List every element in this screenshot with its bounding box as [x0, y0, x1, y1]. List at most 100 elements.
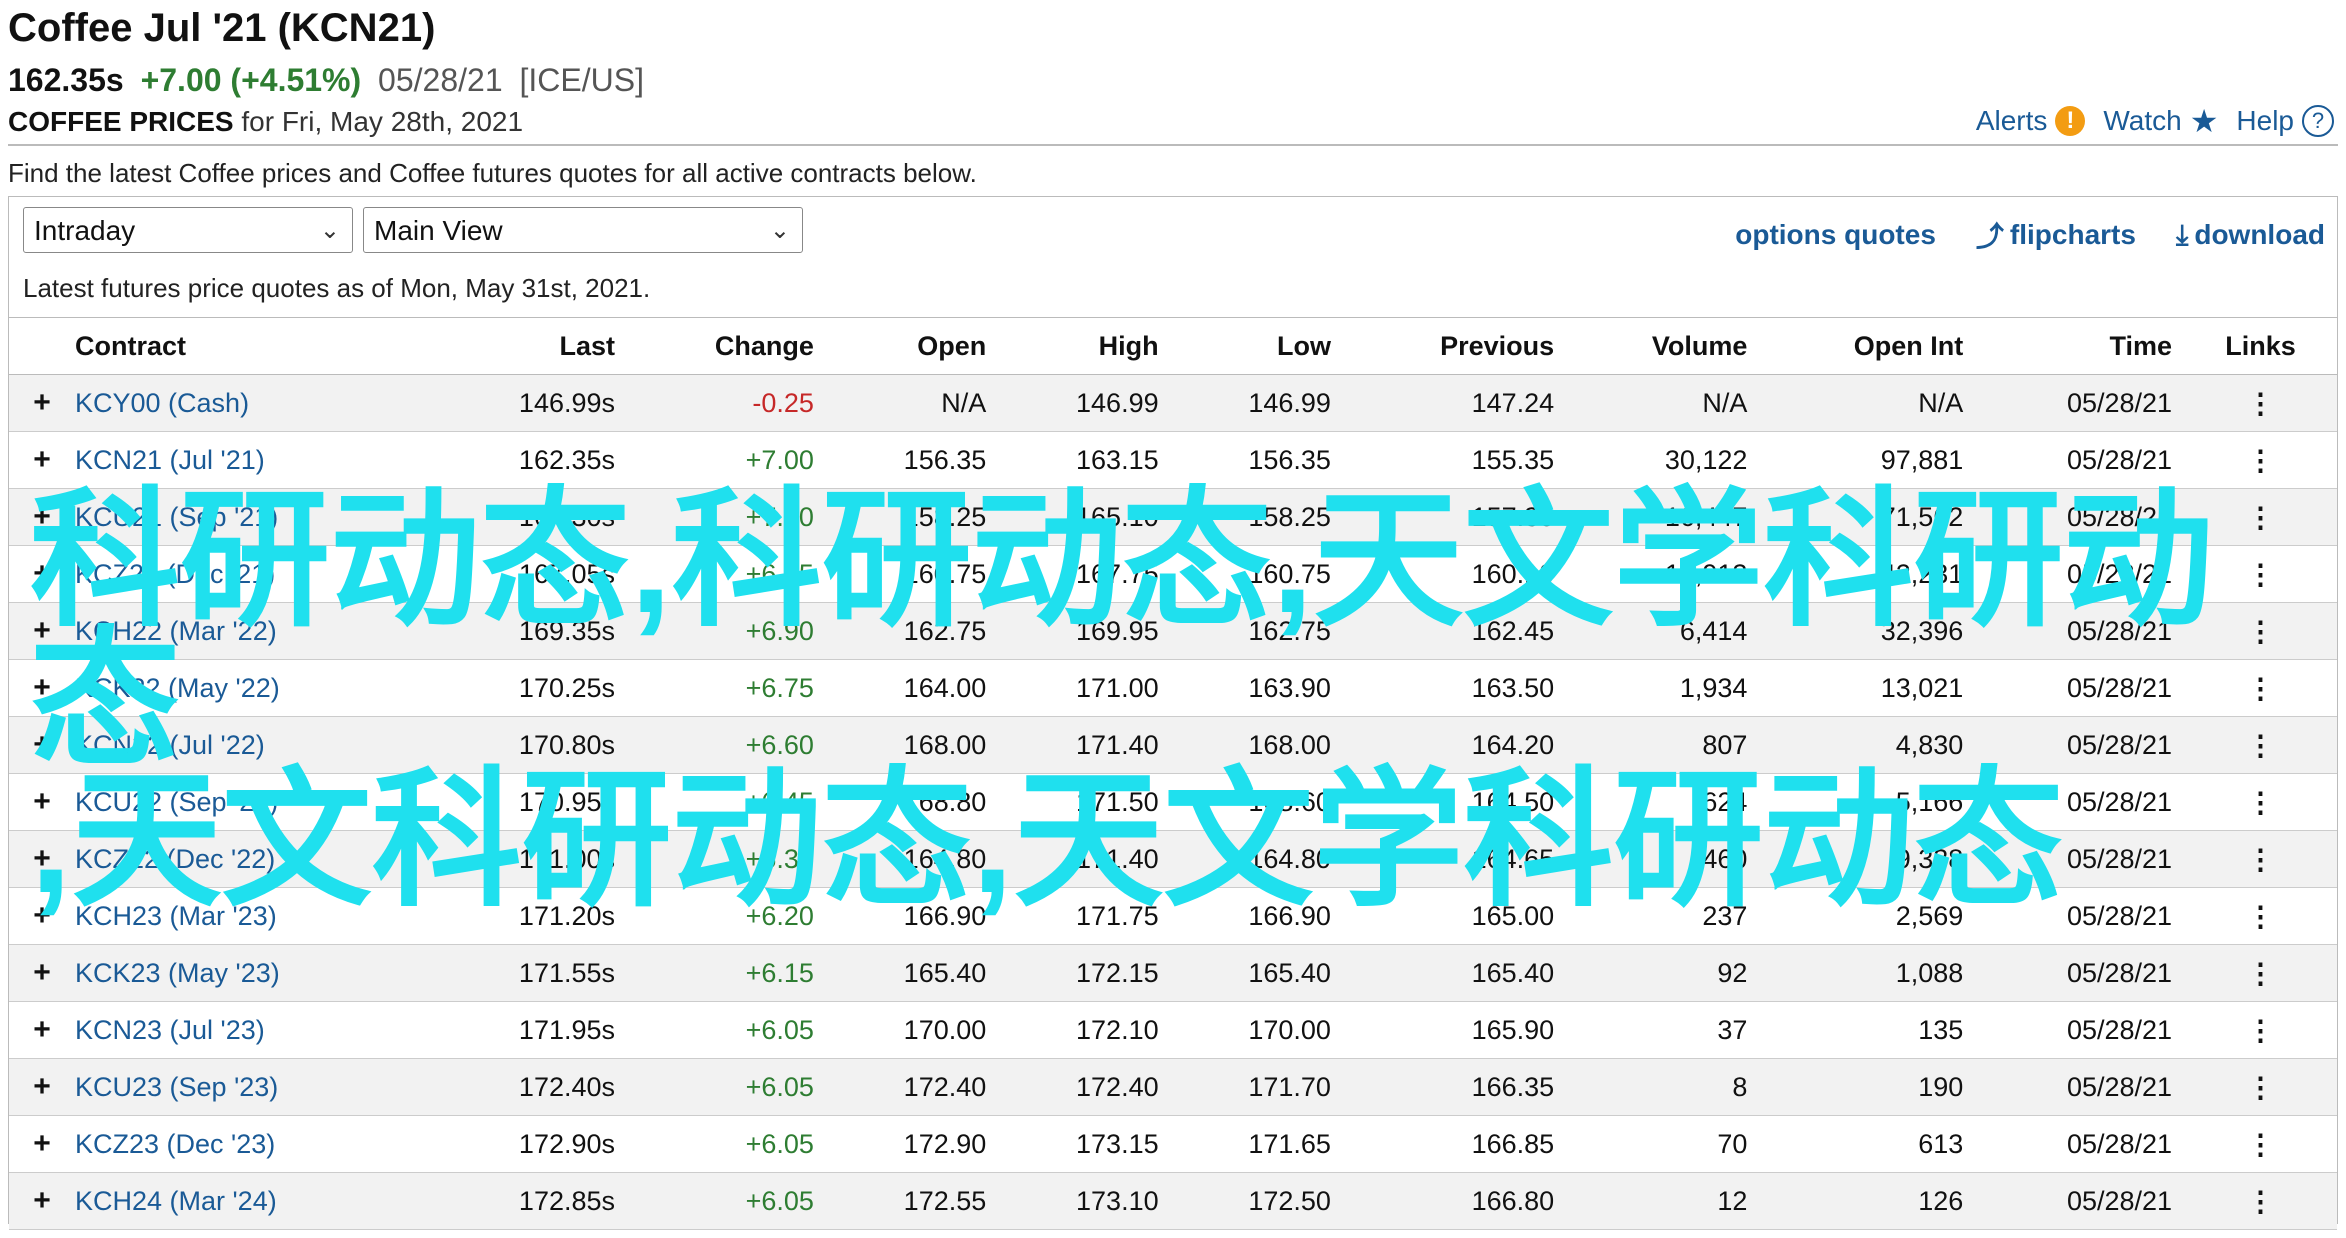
time-cell: 05/28/21 — [1975, 887, 2185, 945]
flipcharts-link[interactable]: ⤴ flipcharts — [1976, 215, 2136, 255]
contract-link[interactable]: KCH24 (Mar '24) — [63, 1172, 433, 1230]
contract-link[interactable]: KCU23 (Sep '23) — [63, 1058, 433, 1116]
expand-plus-icon[interactable]: + — [9, 1001, 63, 1059]
star-icon: ★ — [2189, 103, 2219, 139]
open-int-cell: 32,396 — [1759, 602, 1976, 660]
expand-plus-icon[interactable]: + — [9, 545, 63, 603]
more-options-icon[interactable]: ⋮ — [2184, 944, 2337, 1002]
download-link[interactable]: ⤓ download — [2176, 215, 2325, 255]
alerts-link[interactable]: Alerts ! — [1976, 105, 2086, 137]
change-cell: +6.20 — [627, 887, 826, 945]
volume-cell: 1,934 — [1566, 659, 1760, 717]
contract-link[interactable]: KCH23 (Mar '23) — [63, 887, 433, 945]
open-cell: 160.75 — [825, 545, 999, 603]
column-header[interactable]: Previous — [1342, 317, 1567, 375]
high-cell: 173.10 — [998, 1172, 1171, 1230]
more-options-icon[interactable]: ⋮ — [2184, 431, 2337, 489]
previous-cell: 155.35 — [1342, 431, 1567, 489]
expand-plus-icon[interactable]: + — [9, 659, 63, 717]
alerts-label: Alerts — [1975, 105, 2048, 136]
column-header[interactable]: Last — [432, 317, 628, 375]
last-cell: 167.05s — [432, 545, 628, 603]
open-int-cell: 4,830 — [1759, 716, 1976, 774]
contract-link[interactable]: KCZ21 (Dec '21) — [63, 545, 433, 603]
period-select-value: Intraday — [34, 215, 136, 246]
more-options-icon[interactable]: ⋮ — [2184, 716, 2337, 774]
more-options-icon[interactable]: ⋮ — [2184, 488, 2337, 546]
open-int-cell: 97,881 — [1759, 431, 1976, 489]
contract-link[interactable]: KCU22 (Sep '22) — [63, 773, 433, 831]
open-int-cell: 190 — [1759, 1058, 1976, 1116]
expand-plus-icon[interactable]: + — [9, 1058, 63, 1116]
open-int-cell: 71,562 — [1759, 488, 1976, 546]
contract-link[interactable]: KCH22 (Mar '22) — [63, 602, 433, 660]
expand-plus-icon[interactable]: + — [9, 716, 63, 774]
expand-plus-icon[interactable]: + — [9, 1172, 63, 1230]
section-label: COFFEE PRICES — [8, 106, 234, 137]
more-options-icon[interactable]: ⋮ — [2184, 374, 2337, 432]
time-cell: 05/28/21 — [1975, 488, 2185, 546]
watch-link[interactable]: Watch ★ — [2103, 102, 2218, 140]
open-cell: N/A — [825, 374, 999, 432]
column-header[interactable]: Open — [825, 317, 999, 375]
more-options-icon[interactable]: ⋮ — [2184, 1058, 2337, 1116]
more-options-icon[interactable]: ⋮ — [2184, 602, 2337, 660]
expand-plus-icon[interactable]: + — [9, 431, 63, 489]
contract-link[interactable]: KCN23 (Jul '23) — [63, 1001, 433, 1059]
low-cell: 146.99 — [1170, 374, 1343, 432]
divider — [8, 144, 2338, 146]
contract-link[interactable]: KCU21 (Sep '21) — [63, 488, 433, 546]
open-cell: 164.00 — [825, 659, 999, 717]
expand-plus-icon[interactable]: + — [9, 773, 63, 831]
contract-link[interactable]: KCK23 (May '23) — [63, 944, 433, 1002]
more-options-icon[interactable]: ⋮ — [2184, 773, 2337, 831]
more-options-icon[interactable]: ⋮ — [2184, 659, 2337, 717]
time-cell: 05/28/21 — [1975, 773, 2185, 831]
more-options-icon[interactable]: ⋮ — [2184, 887, 2337, 945]
more-options-icon[interactable]: ⋮ — [2184, 1172, 2337, 1230]
help-link[interactable]: Help ? — [2236, 105, 2334, 137]
options-quotes-link[interactable]: options quotes — [1735, 215, 1936, 255]
help-icon: ? — [2302, 105, 2334, 137]
expand-plus-icon[interactable]: + — [9, 602, 63, 660]
expand-plus-icon[interactable]: + — [9, 944, 63, 1002]
column-header[interactable]: Open Int — [1759, 317, 1976, 375]
contract-link[interactable]: KCK22 (May '22) — [63, 659, 433, 717]
open-int-cell: 13,021 — [1759, 659, 1976, 717]
low-cell: 156.35 — [1170, 431, 1343, 489]
column-header[interactable]: Volume — [1566, 317, 1760, 375]
more-options-icon[interactable]: ⋮ — [2184, 545, 2337, 603]
open-cell: 156.35 — [825, 431, 999, 489]
column-header[interactable]: Contract — [63, 317, 433, 375]
contract-link[interactable]: KCY00 (Cash) — [63, 374, 433, 432]
high-cell: 167.75 — [998, 545, 1171, 603]
contract-link[interactable]: KCN21 (Jul '21) — [63, 431, 433, 489]
expand-plus-icon[interactable]: + — [9, 887, 63, 945]
previous-cell: 164.20 — [1342, 716, 1567, 774]
column-header[interactable]: Change — [627, 317, 826, 375]
table-row: + KCZ21 (Dec '21) 167.05s +6.95 160.75 167.75… — [9, 545, 2337, 603]
more-options-icon[interactable]: ⋮ — [2184, 830, 2337, 888]
more-options-icon[interactable]: ⋮ — [2184, 1001, 2337, 1059]
last-cell: 171.55s — [432, 944, 628, 1002]
contract-link[interactable]: KCN22 (Jul '22) — [63, 716, 433, 774]
change-cell: +6.75 — [627, 659, 826, 717]
expand-plus-icon[interactable]: + — [9, 488, 63, 546]
expand-plus-icon[interactable]: + — [9, 1115, 63, 1173]
more-options-icon[interactable]: ⋮ — [2184, 1115, 2337, 1173]
open-cell: 165.40 — [825, 944, 999, 1002]
last-cell: 170.80s — [432, 716, 628, 774]
contract-link[interactable]: KCZ23 (Dec '23) — [63, 1115, 433, 1173]
last-cell: 146.99s — [432, 374, 628, 432]
expand-plus-icon[interactable]: + — [9, 830, 63, 888]
column-header[interactable]: High — [998, 317, 1171, 375]
column-header[interactable]: Time — [1975, 317, 2185, 375]
contract-link[interactable]: KCZ22 (Dec '22) — [63, 830, 433, 888]
period-select[interactable]: Intraday ⌄ — [23, 207, 353, 253]
table-row: + KCH23 (Mar '23) 171.20s +6.20 166.90 171.75… — [9, 887, 2337, 945]
column-header[interactable]: Low — [1170, 317, 1343, 375]
view-select[interactable]: Main View ⌄ — [363, 207, 803, 253]
high-cell: 172.40 — [998, 1058, 1171, 1116]
previous-cell: 164.65 — [1342, 830, 1567, 888]
expand-plus-icon[interactable]: + — [9, 374, 63, 432]
